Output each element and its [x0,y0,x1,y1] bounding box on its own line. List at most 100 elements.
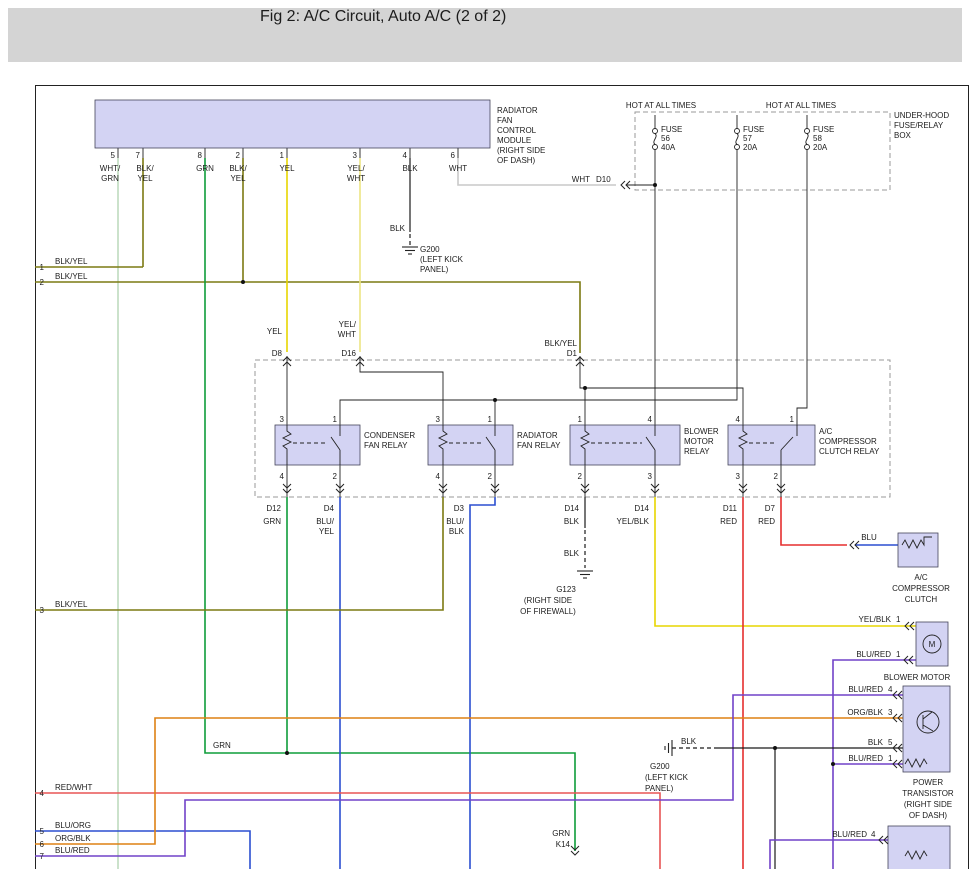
wire-color-label: BLU/RED [856,650,891,659]
fuse-label: FUSE [743,125,764,134]
ground-label: G123 [556,585,576,594]
wire-red-d7 [781,497,847,545]
wire-number: 3 [40,606,45,615]
relay-pin-number: 4 [648,415,653,424]
relay-bottom-stubs [287,465,781,497]
wire-color-label: YEL [279,164,295,173]
pin-number: 2 [236,151,241,160]
diagram-border [36,86,969,869]
wire-number: 6 [40,840,45,849]
wire-color-label: WHT [347,174,365,183]
wire-color-label: BLU [861,533,877,542]
box-label: UNDER-HOOD [894,111,949,120]
wire-number: 1 [40,263,45,272]
relay-pin-number: 1 [790,415,795,424]
connector-id: D3 [454,504,465,513]
connector-id: D7 [765,504,776,513]
fuse57-terminal-bottom [735,145,740,150]
wiring-diagram-svg: RADIATORFANCONTROLMODULE(RIGHT SIDEOF DA… [0,0,970,869]
pin-number: 5 [111,151,116,160]
wire-color-label: BLU/RED [848,754,883,763]
wire-color-label: GRN [263,517,281,526]
pin-number: 1 [896,650,901,659]
wire-color-label: BLK [390,224,406,233]
relay-pin-number: 1 [488,415,493,424]
module-pin-stubs [118,148,458,158]
ground-location: (LEFT KICK [645,773,689,782]
wire-color-label: YEL [319,527,335,536]
ac-compressor-clutch-box [898,533,938,567]
wire-color-label: BLU/ [316,517,335,526]
condenser-fan-relay-box [275,425,360,465]
relay-name: MOTOR [684,437,714,446]
wire-color-label: BLK [868,738,884,747]
fuse58-element [806,134,808,145]
fuse-number: 58 [813,134,822,143]
wire-color-label: RED [758,517,775,526]
wire-color-label: YEL [267,327,283,336]
pin-number: 1 [888,754,893,763]
relay-name: RELAY [684,447,710,456]
wire-color-label: BLK/YEL [545,339,578,348]
relay-pin-number: 3 [648,472,653,481]
pin-number: 3 [888,708,893,717]
relay-name: FAN RELAY [517,441,561,450]
relay-pin-number: 4 [436,472,441,481]
junction-dot [773,746,777,750]
relay-name: CONDENSER [364,431,415,440]
bottom-right-component-box [888,826,950,869]
relay-pin-number: 4 [736,415,741,424]
relay-pin-number: 3 [436,415,441,424]
junction-dot [653,183,657,187]
fuse58-terminal-top [805,129,810,134]
power-transistor-box [903,686,950,772]
wire-yel-blk-to-blower [655,497,916,626]
wire-color-label: YEL/ [347,164,365,173]
ground-symbol-g200-bottom [665,740,672,756]
wire-color-label: YEL/BLK [617,517,650,526]
junction-dot [285,751,289,755]
connector-id: D10 [596,175,611,184]
pin-number: 5 [888,738,893,747]
pin-number: 8 [198,151,203,160]
wire-grn-main-to-k14 [205,158,575,851]
ground-location: PANEL) [645,784,674,793]
component-label: TRANSISTOR [902,789,954,798]
fuse57-leads [340,115,737,425]
junction-dots [241,183,835,766]
ground-location: PANEL) [420,265,449,274]
wire-blk-yel-3 [35,497,443,610]
wire-color-label: ORG/BLK [847,708,883,717]
wire-color-label: RED/WHT [55,783,92,792]
fuse56-element [654,134,656,145]
relay-name: RADIATOR [517,431,558,440]
ground-symbol-g200-top [402,247,418,254]
ground-location: OF FIREWALL) [520,607,576,616]
wire-color-label: BLK/YEL [55,257,88,266]
relay-name: A/C [819,427,833,436]
wire-color-label: GRN [196,164,214,173]
relay-pin-number: 2 [333,472,338,481]
connector-id: D11 [723,504,738,513]
connector-id: D8 [272,349,283,358]
connector-id: D16 [341,349,356,358]
relay-pin-number: 1 [333,415,338,424]
fuse-number: 57 [743,134,752,143]
hot-label: HOT AT ALL TIMES [626,101,696,110]
wire-blu-red-bottom-right [770,840,888,869]
wire-color-label: BLU/ORG [55,821,91,830]
relay-pin-number: 2 [488,472,493,481]
diagram-labels: RADIATORFANCONTROLMODULE(RIGHT SIDEOF DA… [40,101,954,861]
wire-color-label: BLK/YEL [55,272,88,281]
component-label: POWER [913,778,943,787]
pin-number: 3 [353,151,358,160]
fuse57-element [736,134,738,145]
relay-pin-number: 1 [578,415,583,424]
connector-id: K14 [556,840,571,849]
pin-number: 1 [280,151,285,160]
fuse58-terminal-bottom [805,145,810,150]
fuse-rating: 20A [743,143,758,152]
wire-color-label: BLK/ [136,164,154,173]
component-label: COMPRESSOR [892,584,950,593]
box-label: FUSE/RELAY [894,121,944,130]
